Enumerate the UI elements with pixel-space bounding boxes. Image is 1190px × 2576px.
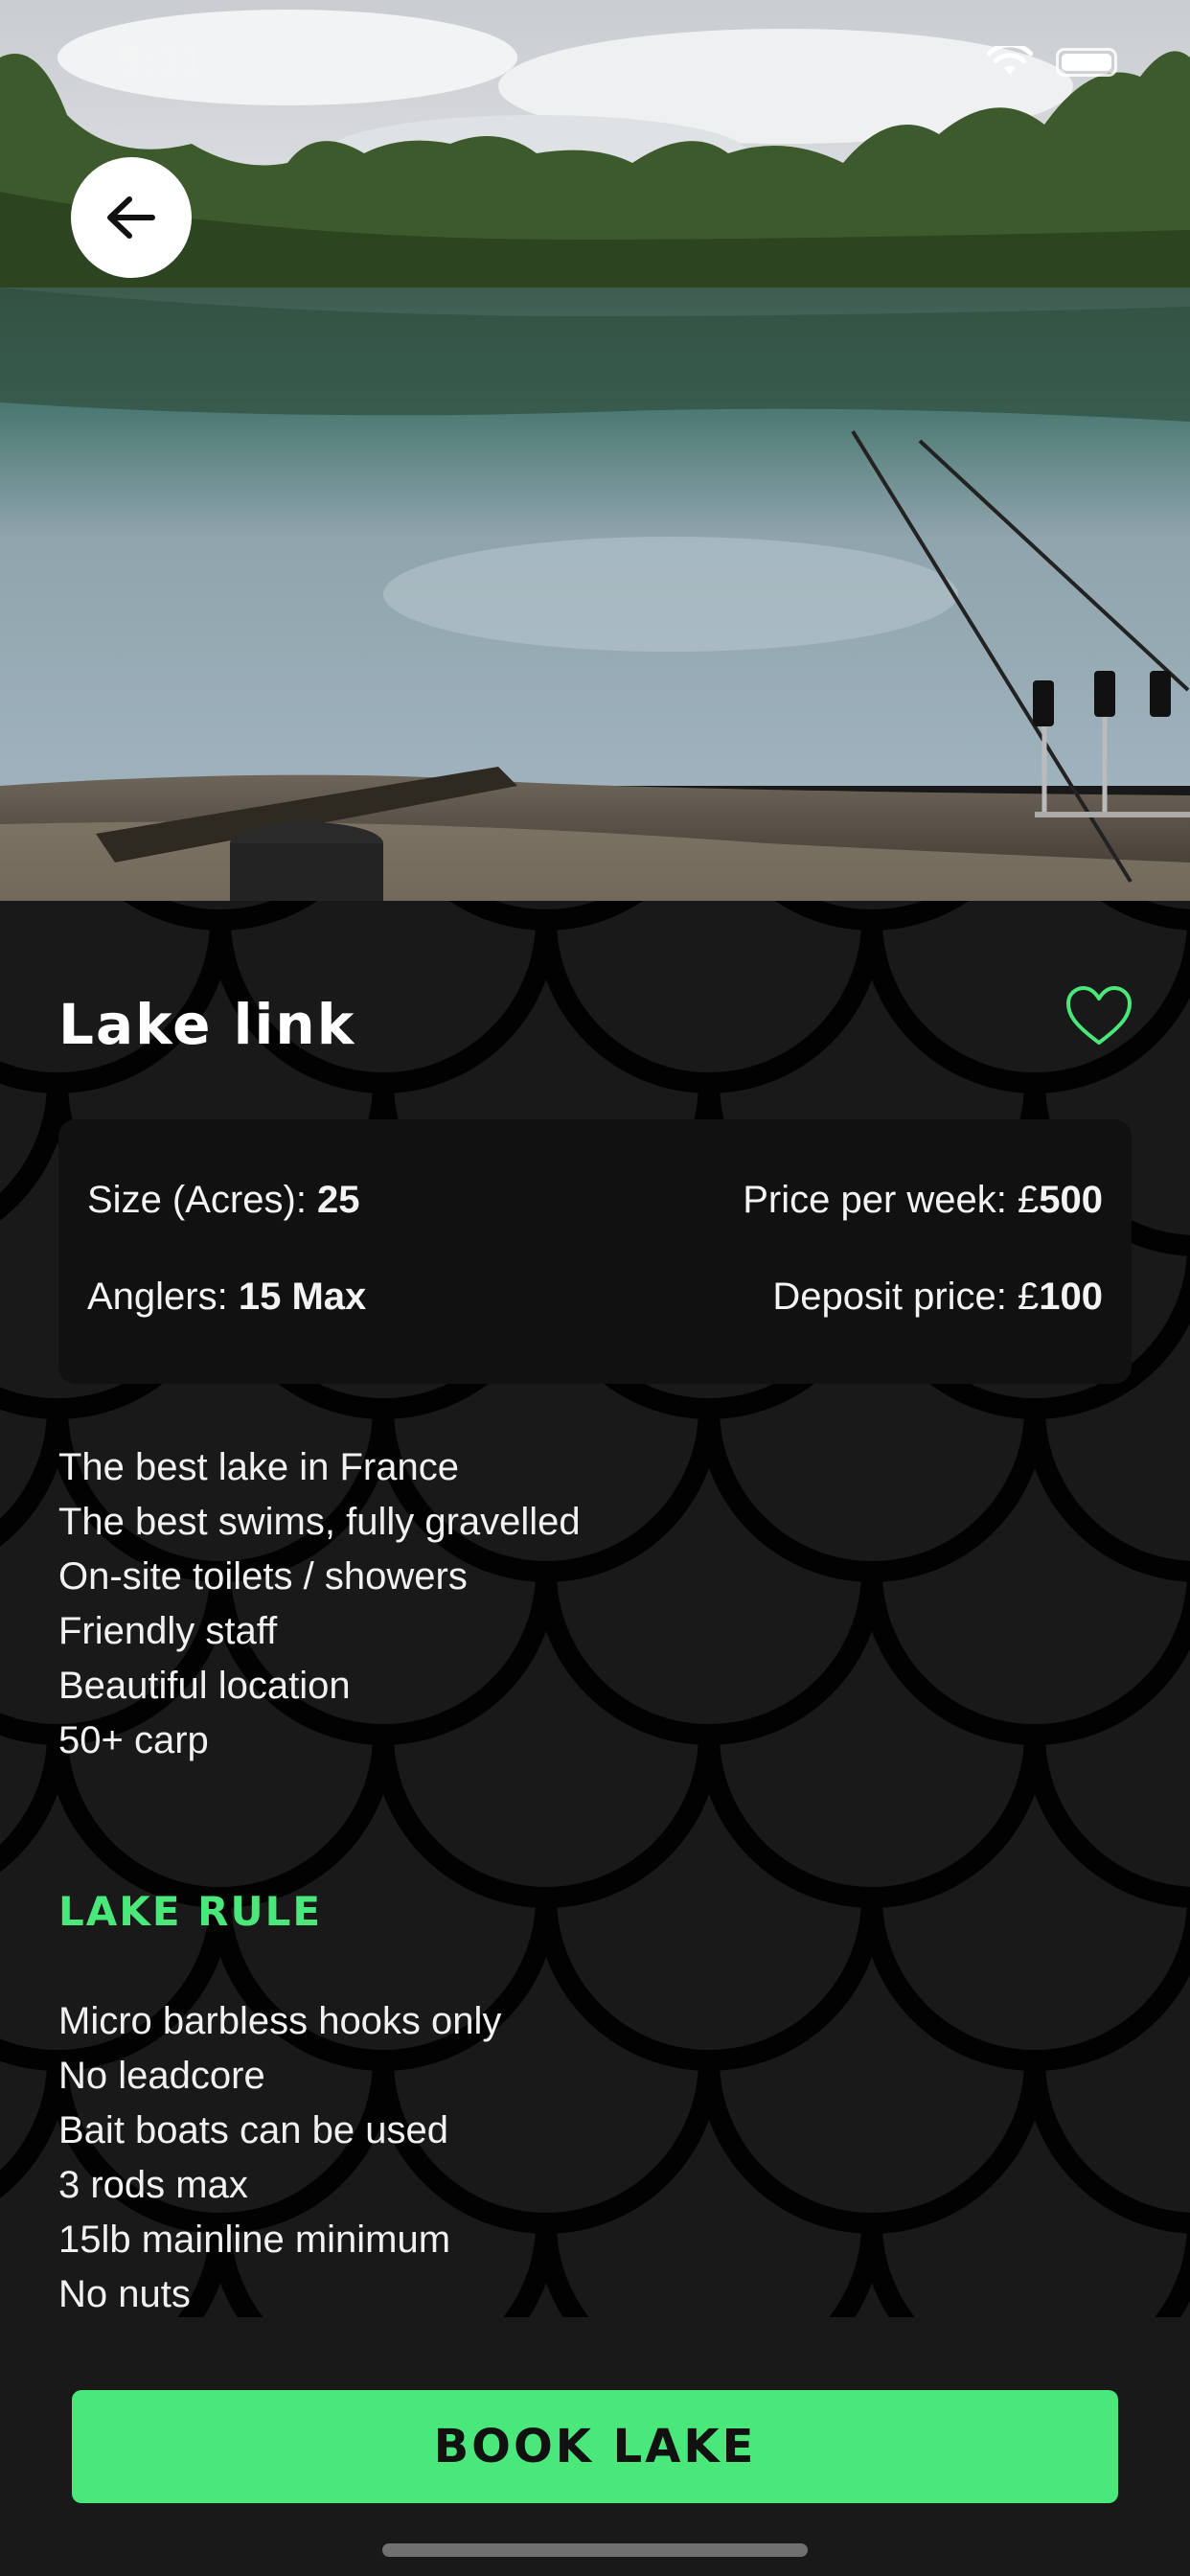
feature-item: Beautiful location — [58, 1665, 351, 1707]
price-value: 500 — [1039, 1179, 1103, 1221]
size-value: 25 — [317, 1179, 360, 1221]
arrow-left-icon — [107, 196, 155, 239]
status-bar: 5:31 — [0, 0, 1190, 125]
deposit-info: Deposit price: £100 — [772, 1276, 1103, 1319]
price-label: Price per week: £ — [743, 1179, 1040, 1221]
feature-item: 50+ carp — [58, 1719, 209, 1761]
deposit-value: 100 — [1039, 1276, 1103, 1318]
bottom-action-bar: BOOK LAKE — [0, 2317, 1190, 2576]
lake-title: Lake link — [58, 992, 356, 1057]
rule-item: 3 rods max — [58, 2164, 248, 2206]
lake-info-card: Size (Acres): 25 Price per week: £500 An… — [58, 1119, 1132, 1384]
rule-item: Micro barbless hooks only — [58, 2000, 502, 2042]
status-time: 5:31 — [117, 36, 206, 83]
price-info: Price per week: £500 — [743, 1179, 1103, 1222]
lake-photo: 5:31 — [0, 0, 1190, 901]
rules-list: Micro barbless hooks only No leadcore Ba… — [58, 1994, 501, 2317]
size-info: Size (Acres): 25 — [87, 1179, 360, 1222]
heart-outline-icon[interactable] — [1065, 985, 1133, 1046]
anglers-value: 15 Max — [238, 1276, 367, 1318]
rule-item: Bait boats can be used — [58, 2109, 448, 2151]
rule-item: 15lb mainline minimum — [58, 2219, 451, 2261]
battery-icon — [1056, 48, 1117, 77]
feature-item: The best swims, fully gravelled — [58, 1501, 581, 1543]
rules-heading: LAKE RULE — [58, 1888, 323, 1935]
feature-item: Friendly staff — [58, 1610, 278, 1652]
feature-item: The best lake in France — [58, 1446, 459, 1488]
rule-item: No leadcore — [58, 2055, 265, 2097]
deposit-label: Deposit price: £ — [772, 1276, 1040, 1318]
book-lake-button[interactable]: BOOK LAKE — [72, 2390, 1118, 2503]
wifi-icon — [987, 46, 1033, 75]
feature-item: On-site toilets / showers — [58, 1555, 468, 1598]
back-button[interactable] — [71, 157, 192, 278]
anglers-info: Anglers: 15 Max — [87, 1276, 366, 1319]
rule-item: No nuts — [58, 2273, 191, 2315]
feature-list: The best lake in France The best swims, … — [58, 1440, 581, 1768]
anglers-label: Anglers: — [87, 1276, 239, 1318]
lake-details[interactable]: Lake link Size (Acres): 25 Price per wee… — [0, 901, 1190, 2317]
size-label: Size (Acres): — [87, 1179, 318, 1221]
home-indicator — [382, 2543, 808, 2557]
